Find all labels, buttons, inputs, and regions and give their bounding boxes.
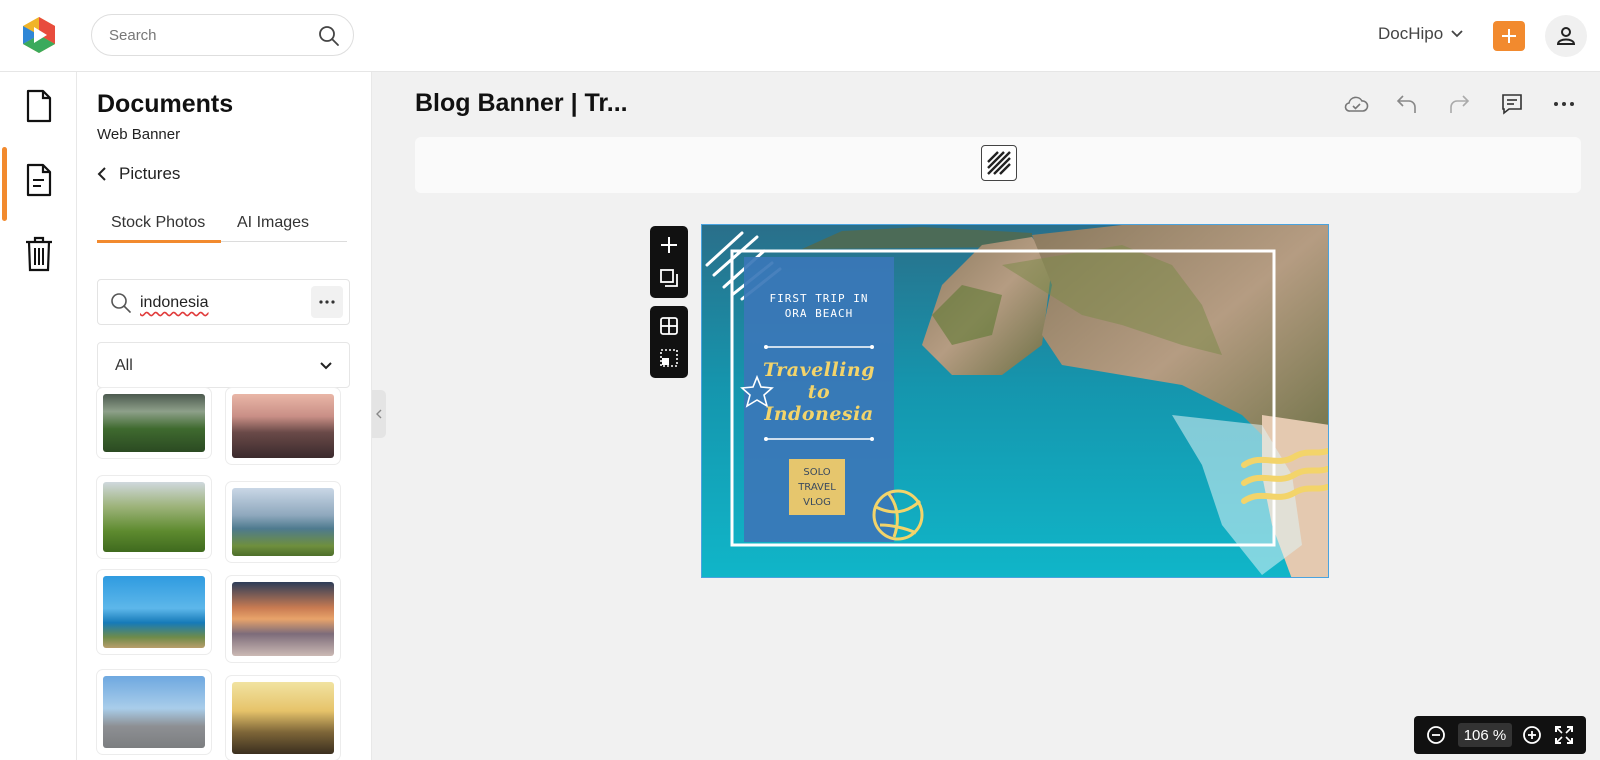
document-title[interactable]: Blog Banner | Tr... [415, 89, 628, 118]
add-page-icon[interactable] [659, 235, 679, 255]
panel-subtitle: Web Banner [97, 126, 181, 143]
left-rail [0, 72, 77, 760]
zoom-out-icon[interactable] [1426, 725, 1446, 745]
back-to-pictures-button[interactable]: Pictures [97, 164, 180, 184]
redo-icon[interactable] [1447, 92, 1471, 116]
rail-item-new-document[interactable] [22, 86, 56, 126]
global-search-input[interactable]: Search [91, 14, 354, 56]
active-tab-underline [97, 240, 221, 243]
tab-ai-images[interactable]: AI Images [237, 214, 309, 232]
filter-value: All [115, 357, 133, 374]
photo-thumb-flag-on-cliff[interactable] [97, 570, 211, 654]
user-avatar-button[interactable] [1545, 15, 1587, 57]
chevron-left-icon [97, 167, 106, 181]
fullscreen-icon[interactable] [1554, 725, 1574, 745]
search-placeholder: Search [109, 27, 157, 44]
create-new-button[interactable] [1493, 21, 1525, 51]
banner-kicker-text[interactable]: FIRST TRIP IN ORA BEACH [744, 291, 894, 321]
photo-thumb-rice-terrace-mist[interactable] [97, 388, 211, 458]
zoom-level[interactable]: 106 % [1458, 723, 1512, 747]
pattern-icon [987, 151, 1011, 175]
photo-thumb-lake-with-hills[interactable] [226, 482, 340, 562]
layout-tools-group [650, 306, 688, 378]
photo-thumb-green-rice-terraces[interactable] [97, 476, 211, 558]
banner-headline-text[interactable]: Travelling to Indonesia [744, 359, 894, 425]
photo-thumb-prambanan-temple[interactable] [97, 670, 211, 754]
photo-thumb-borobudur-stupas[interactable] [226, 676, 340, 760]
top-bar: Search DocHipo [0, 0, 1600, 72]
banner-badge-text[interactable]: SOLO TRAVEL VLOG [789, 465, 845, 510]
dochipo-logo[interactable] [20, 15, 58, 55]
undo-icon[interactable] [1395, 92, 1419, 116]
template-doc-icon [26, 163, 52, 197]
trash-icon [26, 236, 52, 272]
search-icon[interactable] [318, 25, 340, 47]
org-name: DocHipo [1378, 24, 1444, 43]
background-pattern-button[interactable] [981, 145, 1017, 181]
image-search-input[interactable]: indonesia [97, 279, 350, 325]
design-canvas[interactable]: FIRST TRIP IN ORA BEACH Travelling to In… [701, 224, 1329, 578]
grid-icon[interactable] [659, 316, 679, 336]
image-search-value: indonesia [140, 294, 209, 311]
active-indicator [2, 147, 7, 221]
select-area-icon[interactable] [659, 348, 679, 368]
category-filter-select[interactable]: All [97, 342, 350, 388]
duplicate-page-icon[interactable] [659, 268, 679, 288]
tab-stock-photos[interactable]: Stock Photos [111, 214, 205, 232]
collapse-panel-handle[interactable] [372, 390, 386, 438]
search-options-button[interactable] [311, 286, 343, 318]
plus-icon [1502, 29, 1516, 43]
rail-item-trash[interactable] [22, 234, 56, 274]
picture-tabs: Stock Photos AI Images [97, 206, 347, 243]
more-horizontal-icon [319, 300, 335, 304]
element-toolbar [415, 137, 1581, 193]
photo-thumb-bromo-dusk[interactable] [226, 388, 340, 464]
zoom-controls: 106 % [1414, 716, 1586, 754]
comments-icon[interactable] [1500, 92, 1524, 116]
chevron-down-icon [1451, 30, 1463, 38]
more-icon[interactable] [1552, 92, 1576, 116]
pictures-panel: Documents Web Banner Pictures Stock Phot… [77, 72, 372, 760]
chevron-left-icon [376, 409, 382, 419]
chevron-down-icon [320, 362, 332, 370]
page-tools-group [650, 226, 688, 298]
cloud-save-icon[interactable] [1343, 92, 1369, 116]
back-label: Pictures [119, 164, 181, 183]
org-switcher[interactable]: DocHipo [1378, 24, 1463, 44]
panel-title: Documents [97, 90, 234, 118]
photo-thumb-mountain-sunset-clouds[interactable] [226, 576, 340, 662]
user-icon [1556, 27, 1576, 45]
zoom-in-icon[interactable] [1522, 725, 1542, 745]
search-icon [111, 293, 131, 313]
rail-item-templates[interactable] [22, 160, 56, 200]
document-icon [26, 89, 52, 123]
